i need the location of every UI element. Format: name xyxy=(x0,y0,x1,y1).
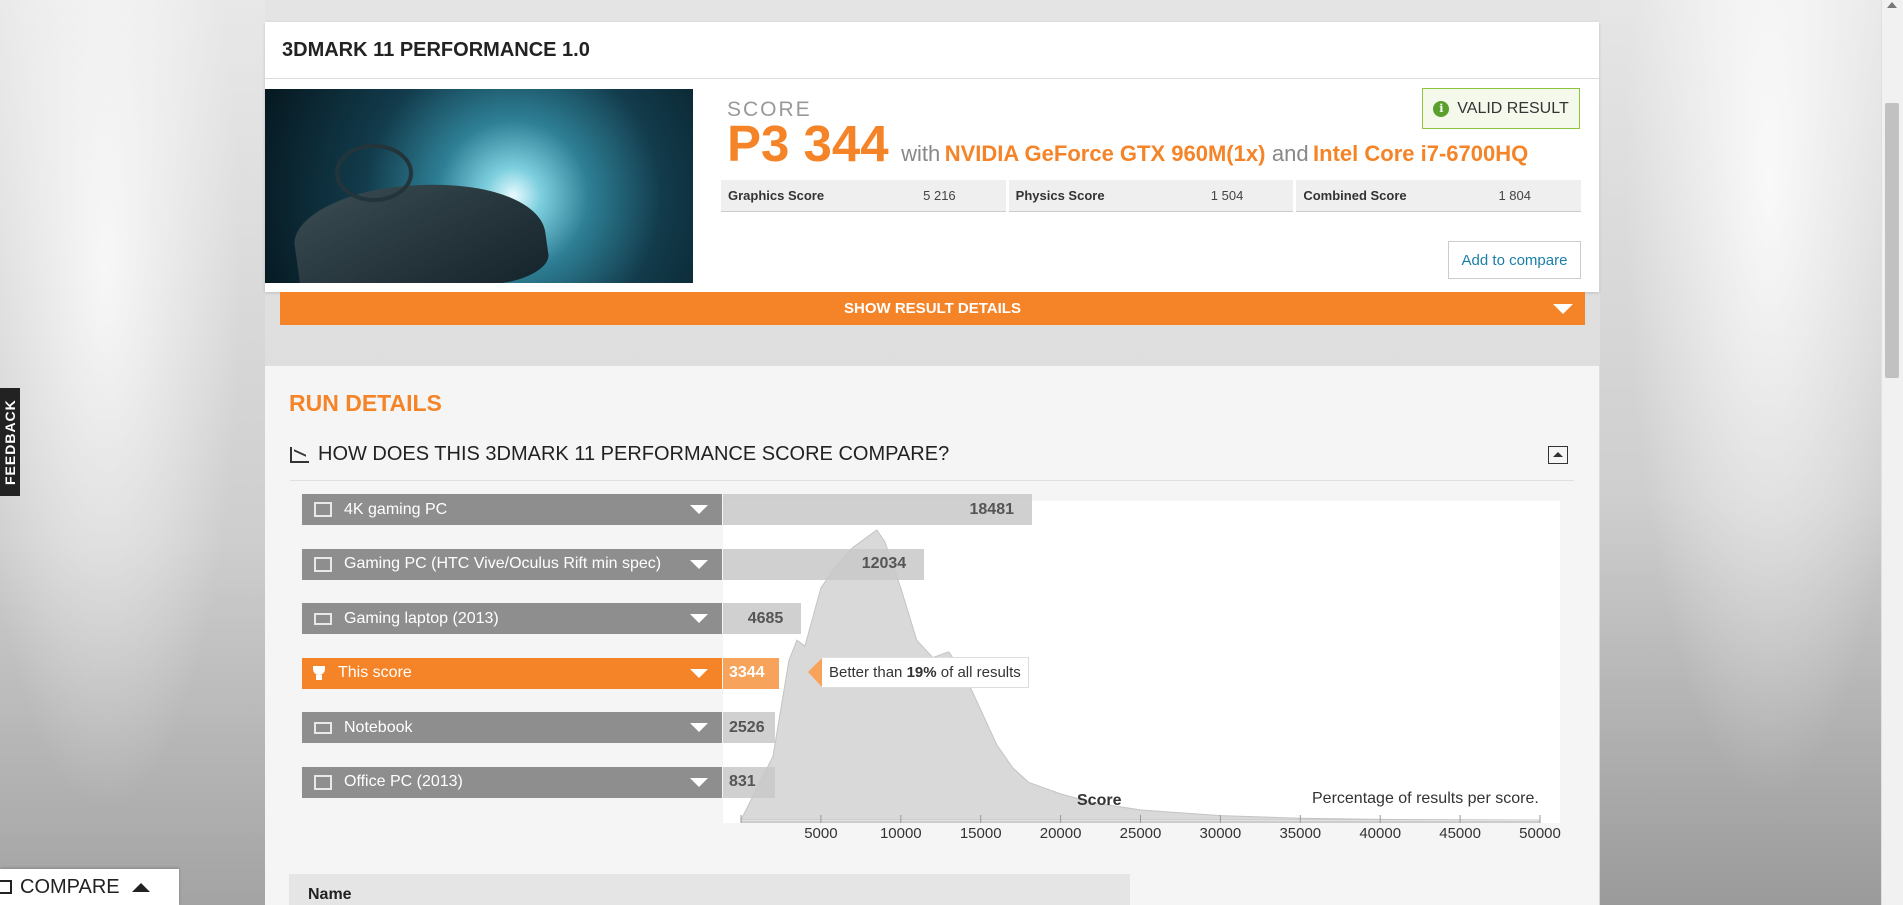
comparison-bar: 18481 xyxy=(723,494,1032,525)
comparison-bar: 831 xyxy=(723,766,775,798)
comparison-bar: 3344 xyxy=(723,657,779,689)
subscore-label: Graphics Score xyxy=(728,188,825,203)
compare-heading: HOW DOES THIS 3DMARK 11 PERFORMANCE SCOR… xyxy=(290,443,949,466)
subscore-label: Combined Score xyxy=(1303,188,1407,203)
comparison-label: Office PC (2013) xyxy=(344,773,463,790)
trophy-icon xyxy=(312,665,326,681)
comparison-row-selector[interactable]: Notebook xyxy=(302,712,722,743)
show-result-details-label: SHOW RESULT DETAILS xyxy=(844,300,1021,317)
score-value: P3 344 xyxy=(727,115,889,172)
compare-drawer-label: COMPARE xyxy=(20,875,120,898)
thumbnail-ship-shape xyxy=(288,167,552,283)
desktop-icon xyxy=(314,774,332,790)
result-card: 3DMARK 11 PERFORMANCE 1.0 SCORE P3 344 w… xyxy=(265,22,1599,292)
comparison-bar: 2526 xyxy=(723,712,775,743)
comparison-value: 12034 xyxy=(861,555,907,572)
chevron-down-icon xyxy=(1553,304,1573,314)
scroll-thumb[interactable] xyxy=(1885,103,1899,378)
benchmark-title: 3DMARK 11 PERFORMANCE 1.0 xyxy=(282,39,590,61)
compare-heading-text: HOW DOES THIS 3DMARK 11 PERFORMANCE SCOR… xyxy=(318,443,950,465)
better-than-suffix: of all results xyxy=(940,664,1021,681)
x-tick-label: 40000 xyxy=(1359,825,1402,842)
x-tick-label: 25000 xyxy=(1119,825,1162,842)
run-details-title: RUN DETAILS xyxy=(289,390,442,416)
comparison-row-selector[interactable]: Gaming laptop (2013) xyxy=(302,603,722,634)
compare-icon xyxy=(0,880,12,894)
x-tick-label: 20000 xyxy=(1039,825,1082,842)
subscores-row: Graphics Score 5 216 Physics Score 1 504… xyxy=(721,180,1582,212)
show-result-details-button[interactable]: SHOW RESULT DETAILS xyxy=(280,292,1585,325)
laptop-icon xyxy=(314,721,332,734)
x-tick-label: 15000 xyxy=(959,825,1002,842)
chevron-down-icon[interactable] xyxy=(690,505,708,514)
desktop-icon xyxy=(314,502,332,517)
cpu-link[interactable]: Intel Core i7-6700HQ xyxy=(1313,141,1528,166)
comparison-value: 2526 xyxy=(729,718,765,736)
gpu-link[interactable]: NVIDIA GeForce GTX 960M(1x) xyxy=(945,141,1266,166)
x-tick-label: 30000 xyxy=(1199,825,1242,842)
background-scenery-right xyxy=(1600,0,1882,905)
collapse-section-button[interactable] xyxy=(1548,446,1568,464)
subscore-value: 1 504 xyxy=(1210,188,1244,203)
comparison-bar: 12034 xyxy=(723,548,925,580)
x-tick-label: 45000 xyxy=(1439,825,1481,842)
and-text: and xyxy=(1271,141,1309,166)
desktop-icon xyxy=(314,556,332,572)
laptop-icon xyxy=(314,612,332,625)
valid-result-label: VALID RESULT xyxy=(1457,99,1569,117)
info-icon: i xyxy=(1433,100,1450,117)
page-scrollbar[interactable] xyxy=(1881,0,1903,905)
divider xyxy=(265,78,1599,79)
comparison-label: This score xyxy=(338,664,412,681)
graphics-score: Graphics Score 5 216 xyxy=(721,180,1006,212)
comparison-label: Gaming laptop (2013) xyxy=(344,609,499,627)
subscore-value: 1 804 xyxy=(1498,188,1532,203)
chevron-down-icon[interactable] xyxy=(690,668,708,678)
better-than-percent: 19% xyxy=(906,664,937,681)
valid-result-badge: i VALID RESULT xyxy=(1422,88,1580,129)
combined-score: Combined Score 1 804 xyxy=(1296,180,1582,212)
subscore-label: Physics Score xyxy=(1015,188,1105,203)
chevron-up-icon xyxy=(131,882,150,892)
x-tick-label: 35000 xyxy=(1279,825,1322,842)
comparison-row-selector[interactable]: 4K gaming PC xyxy=(302,494,722,525)
x-tick-label: 5000 xyxy=(804,825,838,842)
comparison-value: 3344 xyxy=(729,664,765,681)
feedback-tab[interactable]: FEEDBACK xyxy=(0,388,20,496)
add-to-compare-button[interactable]: Add to compare xyxy=(1448,241,1581,279)
chevron-down-icon[interactable] xyxy=(690,614,708,623)
better-than-prefix: Better than xyxy=(829,664,903,681)
thumbnail-mast-shape xyxy=(335,144,413,202)
subscore-value: 5 216 xyxy=(923,188,956,203)
benchmark-thumbnail xyxy=(265,89,693,283)
comparison-label: 4K gaming PC xyxy=(344,500,448,518)
comparison-value: 831 xyxy=(729,773,756,790)
line-chart-icon xyxy=(290,446,309,463)
comparison-value: 4685 xyxy=(747,609,784,627)
better-than-callout: Better than 19% of all results xyxy=(808,657,1029,688)
comparison-value: 18481 xyxy=(969,500,1015,518)
chevron-down-icon[interactable] xyxy=(690,777,708,787)
compare-drawer-toggle[interactable]: COMPARE xyxy=(0,869,179,905)
chevron-down-icon[interactable] xyxy=(690,559,708,569)
chart-note: Percentage of results per score. xyxy=(1312,790,1539,807)
score-line: P3 344 with NVIDIA GeForce GTX 960M(1x) … xyxy=(727,114,1528,173)
scroll-up-arrow-icon[interactable] xyxy=(1887,2,1897,8)
results-table-header: Name xyxy=(289,874,1130,905)
comparison-row-selector[interactable]: Gaming PC (HTC Vive/Oculus Rift min spec… xyxy=(302,548,722,580)
chevron-down-icon[interactable] xyxy=(690,723,708,732)
comparison-label: Gaming PC (HTC Vive/Oculus Rift min spec… xyxy=(344,555,662,572)
background-scenery-left xyxy=(0,0,265,905)
divider xyxy=(290,480,1574,481)
physics-score: Physics Score 1 504 xyxy=(1008,180,1294,212)
comparison-bar: 4685 xyxy=(723,603,802,634)
with-text: with xyxy=(901,141,941,166)
x-axis-title: Score xyxy=(1077,792,1122,809)
x-tick-label: 10000 xyxy=(879,825,922,842)
comparison-label: Notebook xyxy=(344,718,413,736)
x-tick-label: 50000 xyxy=(1519,825,1561,842)
comparison-row-selector[interactable]: Office PC (2013) xyxy=(302,766,722,798)
comparison-row-selector[interactable]: This score xyxy=(302,657,722,689)
name-column-header[interactable]: Name xyxy=(308,886,352,904)
